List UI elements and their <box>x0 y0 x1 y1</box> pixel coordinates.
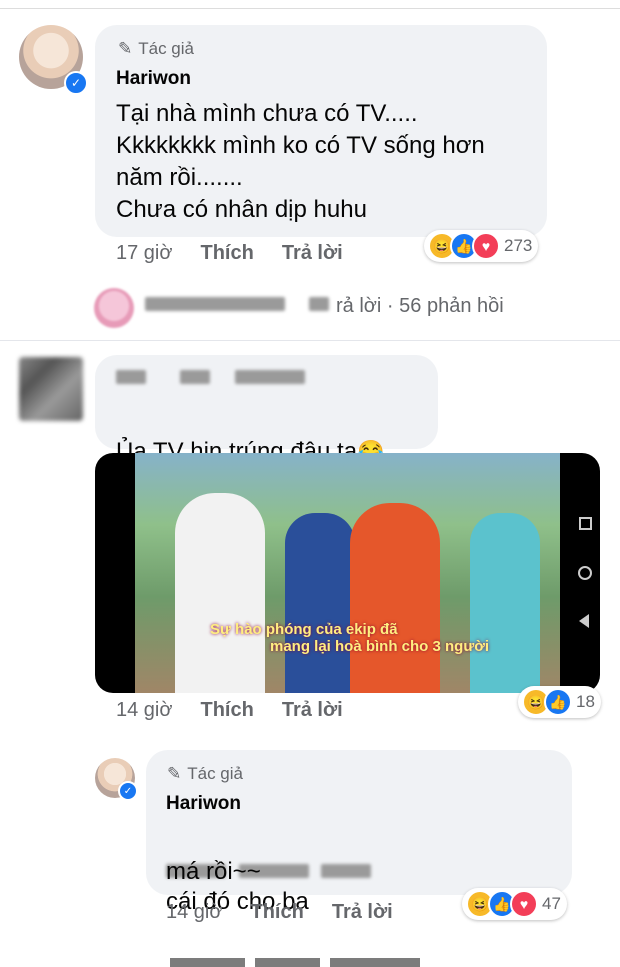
reaction-summary[interactable]: 😆 👍 18 <box>518 686 601 718</box>
verified-icon: ✓ <box>118 781 138 801</box>
video-caption: Sự hào phóng của ekip đã mang lại hoà bì… <box>210 621 489 655</box>
blurred-name <box>145 295 330 313</box>
reaction-summary[interactable]: 😆 👍 ♥ 273 <box>424 230 539 262</box>
verified-icon: ✓ <box>64 71 88 95</box>
person-middle <box>285 513 355 693</box>
author-name[interactable]: Hariwon <box>116 68 191 90</box>
separator: · <box>386 295 394 317</box>
reply-summary[interactable]: rả lời · 56 phản hồi <box>336 295 504 318</box>
comment-text: Tại nhà mình chưa có TV..... Kkkkkkkk mì… <box>116 100 485 223</box>
timestamp[interactable]: 17 giờ <box>116 242 172 265</box>
comment-meta: 14 giờ Thích Trả lời <box>166 901 421 924</box>
top-divider <box>0 8 620 9</box>
video-frame: Sự hào phóng của ekip đã mang lại hoà bì… <box>135 453 560 693</box>
android-home-icon <box>578 566 592 580</box>
reaction-count: 18 <box>576 692 595 711</box>
comment-text-line2: má rồi~~ <box>166 858 261 885</box>
caption-line-2: mang lại hoà bình cho 3 người <box>270 638 490 655</box>
timestamp[interactable]: 14 giờ <box>166 901 222 924</box>
love-icon: ♥ <box>472 232 500 260</box>
reply-button[interactable]: Trả lời <box>282 242 343 265</box>
author-badge-label: Tác giả <box>138 39 194 58</box>
love-icon: ♥ <box>510 890 538 918</box>
reaction-summary[interactable]: 😆 👍 ♥ 47 <box>462 888 567 920</box>
android-recent-icon <box>579 517 592 530</box>
android-back-icon <box>579 614 589 628</box>
avatar[interactable] <box>94 288 134 328</box>
author-name[interactable]: Hariwon <box>166 793 241 815</box>
person-center <box>350 503 440 693</box>
reaction-count: 47 <box>542 894 561 913</box>
avatar[interactable] <box>19 357 83 421</box>
author-badge-label: Tác giả <box>187 764 243 783</box>
author-badge: ✎ Tác giả <box>167 764 243 784</box>
reaction-count: 273 <box>504 236 533 255</box>
video-attachment[interactable]: Sự hào phóng của ekip đã mang lại hoà bì… <box>95 453 600 693</box>
like-button[interactable]: Thích <box>200 699 253 722</box>
reply-button[interactable]: Trả lời <box>282 699 343 722</box>
person-right <box>470 513 540 693</box>
comment-meta: 14 giờ Thích Trả lời <box>116 699 371 722</box>
author-badge: ✎ Tác giả <box>118 39 194 59</box>
reply-button[interactable]: Trả lời <box>332 901 393 924</box>
cutoff-more-replies[interactable] <box>170 958 430 967</box>
pen-icon: ✎ <box>118 39 133 58</box>
caption-line-1: Sự hào phóng của ekip đã <box>210 621 398 638</box>
reply-count: 56 phản hồi <box>399 295 504 317</box>
person-left <box>175 493 265 693</box>
like-icon: 👍 <box>544 688 572 716</box>
like-button[interactable]: Thích <box>200 242 253 265</box>
reply-summary-fragment: rả lời <box>336 295 382 317</box>
comment-meta: 17 giờ Thích Trả lời <box>116 242 371 265</box>
timestamp[interactable]: 14 giờ <box>116 699 172 722</box>
like-button[interactable]: Thích <box>250 901 303 924</box>
section-divider <box>0 340 620 341</box>
blurred-author-name <box>116 368 305 386</box>
pen-icon: ✎ <box>167 764 182 783</box>
